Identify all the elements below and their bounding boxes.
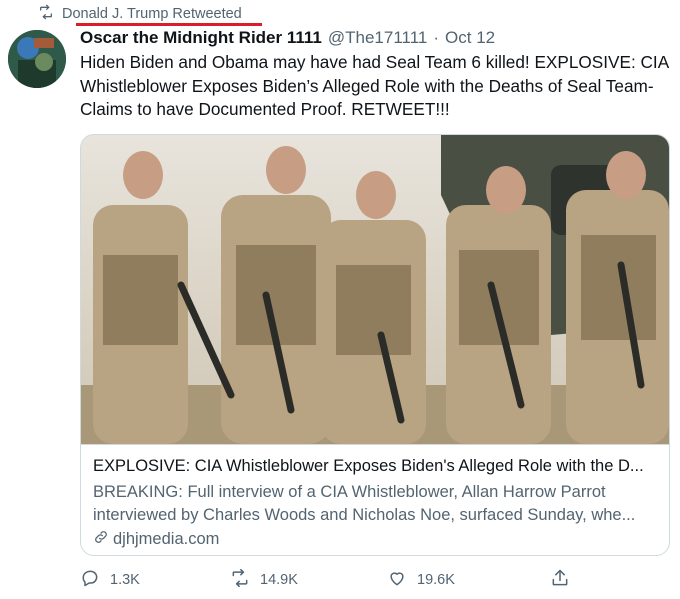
avatar[interactable] — [8, 30, 66, 88]
action-bar: 1.3K 14.9K 19.6K — [80, 568, 580, 594]
card-domain[interactable]: djhjmedia.com — [93, 529, 219, 550]
retweet-count: 14.9K — [260, 572, 298, 588]
retweet-icon — [38, 4, 54, 24]
tweet-header: Oscar the Midnight Rider 1111 @The171111… — [80, 28, 495, 48]
tweet-date[interactable]: Oct 12 — [445, 28, 495, 48]
like-icon — [387, 568, 407, 592]
retweet-button[interactable]: 14.9K — [230, 568, 298, 592]
card-image[interactable] — [81, 135, 669, 444]
reply-count: 1.3K — [110, 572, 140, 588]
link-card[interactable]: EXPLOSIVE: CIA Whistleblower Exposes Bid… — [80, 134, 670, 556]
like-count: 19.6K — [417, 572, 455, 588]
user-handle[interactable]: @The171111 — [328, 28, 428, 48]
link-icon — [93, 529, 109, 550]
separator-dot: · — [433, 28, 440, 47]
reply-button[interactable]: 1.3K — [80, 568, 140, 592]
share-button[interactable] — [550, 568, 570, 592]
like-button[interactable]: 19.6K — [387, 568, 455, 592]
retweeter-label[interactable]: Donald J. Trump Retweeted — [62, 6, 242, 22]
display-name[interactable]: Oscar the Midnight Rider 1111 — [80, 28, 322, 48]
annotation-underline — [76, 23, 262, 26]
share-icon — [550, 568, 570, 592]
card-domain-text: djhjmedia.com — [113, 530, 220, 548]
tweet-text: Hiden Biden and Obama may have had Seal … — [80, 52, 669, 119]
retweet-icon — [230, 568, 250, 592]
reply-icon — [80, 568, 100, 592]
card-title[interactable]: EXPLOSIVE: CIA Whistleblower Exposes Bid… — [93, 457, 659, 476]
retweet-context: Donald J. Trump Retweeted — [38, 4, 242, 24]
card-body[interactable]: EXPLOSIVE: CIA Whistleblower Exposes Bid… — [81, 444, 669, 548]
card-description: BREAKING: Full interview of a CIA Whistl… — [93, 483, 636, 524]
